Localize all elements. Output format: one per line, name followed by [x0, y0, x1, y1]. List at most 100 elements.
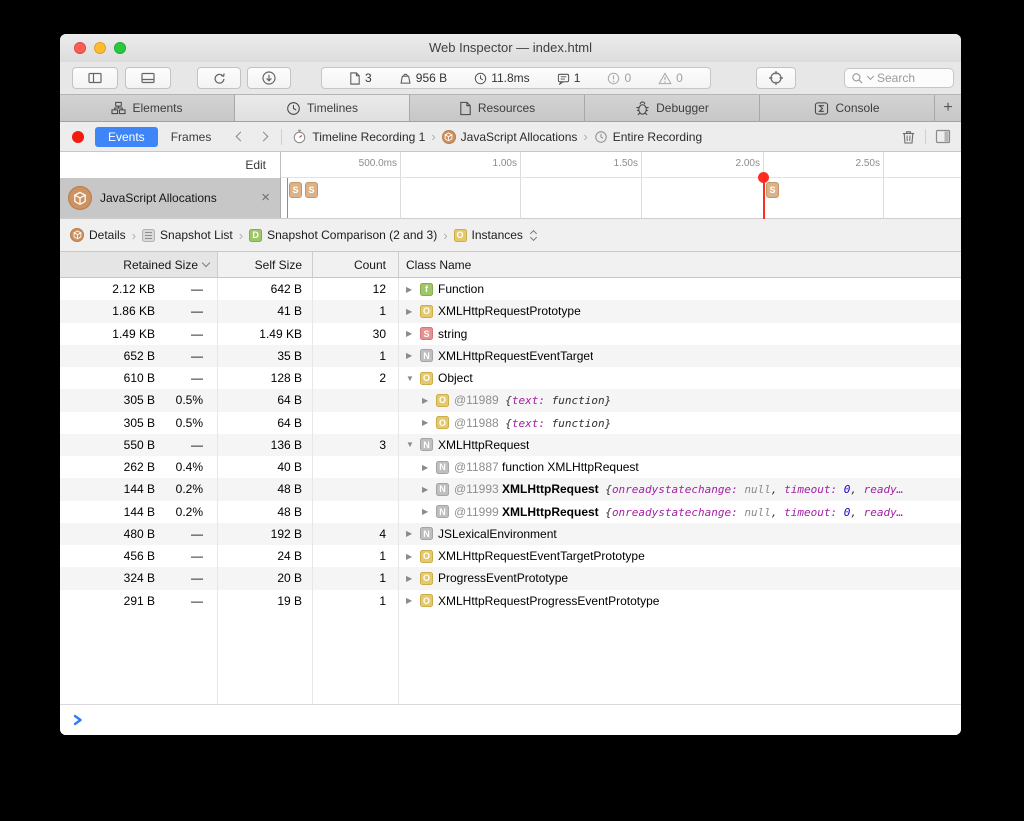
edit-instruments-button[interactable]: Edit [245, 158, 266, 172]
close-window-button[interactable] [74, 42, 86, 54]
tab-debugger[interactable]: Debugger [585, 95, 760, 121]
count-cell [313, 478, 399, 501]
class-name-text: @11988 {text: function} [454, 415, 612, 430]
retained-size-cell: 324 B — [60, 567, 218, 590]
table-row[interactable]: 305 B 0.5% 64 B ▶ O @11989 {text: function} [60, 389, 961, 412]
element-picker-button[interactable] [756, 67, 796, 89]
playhead-handle[interactable] [758, 172, 769, 183]
page-stats-bar[interactable]: 3 956 B 11.8ms 1 0 0 [321, 67, 711, 89]
tab-timelines[interactable]: Timelines [235, 95, 410, 121]
close-track-icon[interactable]: × [259, 190, 272, 205]
disclosure-triangle-icon[interactable]: ▶ [406, 529, 415, 538]
table-row[interactable]: 324 B —20 B 1 ▶ O ProgressEventPrototype [60, 567, 961, 590]
class-name-cell: ▶ Sstring [399, 323, 961, 345]
disclosure-triangle-icon[interactable]: ▶ [422, 485, 431, 494]
zoom-window-button[interactable] [114, 42, 126, 54]
allocations-track-row[interactable]: JavaScript Allocations × SSS [60, 178, 961, 219]
reload-page-button[interactable] [197, 67, 241, 89]
class-name-cell: ▶ N @11999 XMLHttpRequest {onreadystatecha… [399, 501, 961, 523]
forward-button[interactable] [258, 131, 269, 142]
self-size-cell: 40 B [218, 456, 313, 479]
table-row[interactable]: 144 B 0.2% 48 B ▶ N @11993 XMLHttpRequest {on… [60, 478, 961, 501]
disclosure-triangle-icon[interactable]: ▶ [406, 329, 415, 338]
transfer-size-stat: 956 B [399, 71, 447, 85]
type-badge-icon: N [436, 460, 449, 474]
timelines-icon [287, 101, 300, 115]
minimize-window-button[interactable] [94, 42, 106, 54]
self-size-cell: 20 B [218, 567, 313, 590]
disclosure-triangle-icon[interactable]: ▶ [406, 307, 415, 316]
quick-console-bar[interactable] [60, 704, 961, 735]
disclosure-triangle-icon[interactable]: ▶ [422, 507, 431, 516]
disclosure-triangle-icon[interactable]: ▼ [406, 374, 415, 383]
events-toggle[interactable]: Events [95, 126, 158, 147]
playhead-line[interactable] [763, 178, 765, 219]
search-input[interactable]: Search [844, 68, 954, 88]
retained-size-cell: 1.49 KB — [60, 322, 218, 345]
table-row[interactable]: 1.49 KB —1.49 KB 30 ▶ Sstring [60, 322, 961, 345]
column-header-class-name[interactable]: Class Name [399, 252, 961, 277]
table-row[interactable]: 550 B —136 B 3 ▼ N XMLHttpRequest [60, 433, 961, 456]
table-row[interactable]: 610 B —128 B 2 ▼ O Object [60, 367, 961, 390]
table-row[interactable]: 1.86 KB —41 B 1 ▶ O XMLHttpRequestPrototype [60, 300, 961, 323]
disclosure-triangle-icon[interactable]: ▶ [406, 574, 415, 583]
record-button[interactable] [72, 130, 84, 143]
count-cell: 1 [313, 567, 399, 590]
tab-elements[interactable]: Elements [60, 95, 235, 121]
breadcrumb-allocations[interactable]: JavaScript Allocations [441, 129, 577, 144]
disclosure-triangle-icon[interactable]: ▶ [422, 463, 431, 472]
crumb-snapshot-comparison[interactable]: D Snapshot Comparison (2 and 3) [249, 228, 437, 242]
self-size-cell: 642 B [218, 278, 313, 301]
snapshot-marker[interactable]: S [289, 182, 302, 198]
dock-side-button[interactable] [72, 67, 118, 89]
column-header-retained-size[interactable]: Retained Size [60, 252, 218, 277]
allocations-track-graph[interactable]: SSS [281, 178, 961, 218]
snapshot-marker[interactable]: S [766, 182, 779, 198]
table-row[interactable]: 480 B —192 B 4 ▶ N JSLexicalEnvironment [60, 522, 961, 545]
back-button[interactable] [235, 131, 246, 142]
table-row[interactable]: 652 B —35 B 1 ▶ N XMLHttpRequestEventTarget [60, 344, 961, 367]
download-page-button[interactable] [247, 67, 291, 89]
disclosure-triangle-icon[interactable]: ▶ [406, 552, 415, 561]
dock-bottom-button[interactable] [125, 67, 171, 89]
disclosure-triangle-icon[interactable]: ▶ [422, 396, 431, 405]
disclosure-triangle-icon[interactable]: ▶ [406, 596, 415, 605]
count-cell: 30 [313, 322, 399, 345]
table-row[interactable]: 305 B 0.5% 64 B ▶ O @11988 {text: function} [60, 411, 961, 434]
disclosure-triangle-icon[interactable]: ▶ [406, 351, 415, 360]
table-row[interactable]: 2.12 KB —642 B 12 ▶ f Function [60, 278, 961, 301]
table-row[interactable]: 144 B 0.2% 48 B ▶ N @11999 XMLHttpRequest {on… [60, 500, 961, 523]
column-header-count[interactable]: Count [313, 252, 399, 277]
crumb-snapshot-list[interactable]: Snapshot List [142, 228, 233, 242]
clear-timeline-trash-icon[interactable] [901, 129, 916, 145]
class-name-text: XMLHttpRequestPrototype [438, 304, 581, 319]
disclosure-triangle-icon[interactable]: ▼ [406, 440, 415, 449]
retained-size-cell: 144 B 0.2% [60, 478, 218, 501]
table-row[interactable]: 262 B 0.4% 40 B ▶ N @11887 function XMLHttpRe… [60, 456, 961, 479]
tab-console[interactable]: Console [760, 95, 935, 121]
breadcrumb-entire-recording[interactable]: Entire Recording [594, 130, 702, 144]
recording-clock-icon [595, 130, 607, 143]
instances-popup-chevrons-icon[interactable] [529, 229, 537, 241]
breadcrumb-recording[interactable]: Timeline Recording 1 [292, 129, 425, 144]
crumb-instances[interactable]: O Instances [453, 228, 537, 242]
new-tab-button[interactable]: + [935, 95, 961, 121]
table-row[interactable]: 456 B —24 B 1 ▶ O XMLHttpRequestEventTargetPr… [60, 545, 961, 568]
crumb-details[interactable]: Details [70, 228, 126, 242]
frames-toggle[interactable]: Frames [171, 130, 212, 144]
column-header-self-size[interactable]: Self Size [218, 252, 313, 277]
disclosure-triangle-icon[interactable]: ▶ [422, 418, 431, 427]
table-row[interactable]: 291 B —19 B 1 ▶ O XMLHttpRequestProgressEvent… [60, 589, 961, 612]
weight-icon [400, 73, 411, 84]
class-name-cell: ▶ O XMLHttpRequestEventTargetPrototype [399, 545, 961, 567]
ruler-gridline [883, 152, 884, 177]
tab-resources[interactable]: Resources [410, 95, 585, 121]
details-breadcrumb-bar: Details › Snapshot List › D Snapshot Com… [60, 219, 961, 252]
type-badge-icon: O [420, 571, 433, 585]
details-sidebar-toggle-icon[interactable] [935, 129, 951, 144]
disclosure-triangle-icon[interactable]: ▶ [406, 285, 415, 294]
snapshot-marker[interactable]: S [305, 182, 318, 198]
allocations-track-header[interactable]: JavaScript Allocations × [60, 178, 281, 218]
ruler-scale[interactable]: 500.0ms 1.00s 1.50s 2.00s 2.50s [281, 152, 961, 178]
class-name-text: XMLHttpRequestEventTarget [438, 348, 594, 363]
